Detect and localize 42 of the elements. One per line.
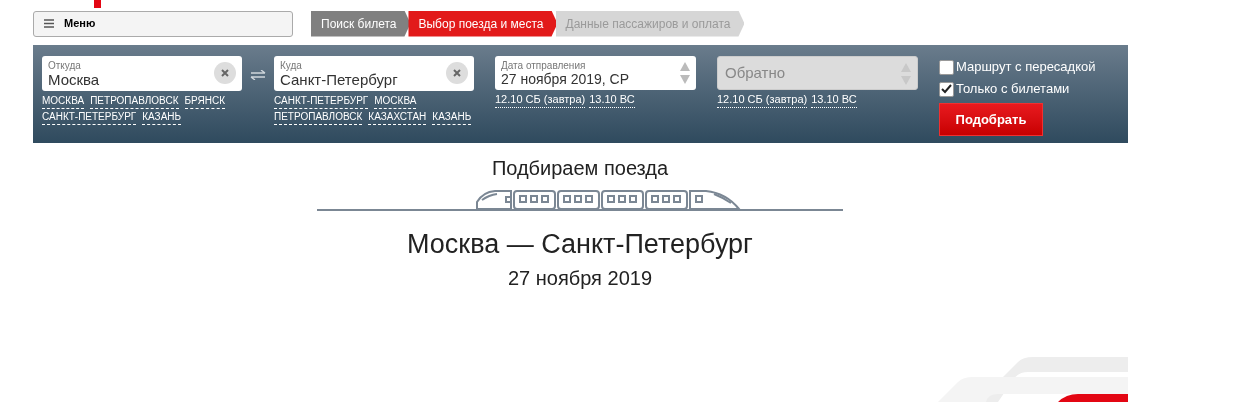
progress-step: Поиск билета: [311, 10, 411, 37]
city-field[interactable]: Откуда Москва: [42, 56, 242, 91]
field-placeholder: Обратно: [725, 62, 786, 83]
checkbox[interactable]: [939, 81, 954, 97]
city-link[interactable]: КАЗАНЬ: [432, 109, 472, 125]
date-field[interactable]: Дата отправления 27 ноября 2019, СР: [495, 56, 696, 90]
city-link[interactable]: МОСКВА: [42, 93, 85, 109]
menu-button[interactable]: Меню: [33, 10, 293, 37]
field-label: Куда: [280, 60, 302, 71]
city-link[interactable]: КАЗАНЬ: [142, 109, 182, 125]
menu-icon: [44, 19, 54, 28]
date-link[interactable]: 12.10 СБ (завтра): [495, 92, 586, 108]
city-link[interactable]: БРЯНСК: [184, 93, 226, 109]
field-value: 27 ноября 2019, СР: [501, 71, 630, 88]
city-link[interactable]: ПЕТРОПАВЛОВСК: [274, 109, 363, 125]
route-title: Москва — Санкт-Петербург: [407, 228, 753, 260]
logo-mark: [94, 0, 101, 8]
clear-button[interactable]: [446, 62, 468, 84]
close-icon: [453, 69, 461, 77]
field-label: Откуда: [48, 60, 81, 71]
city-link[interactable]: САНКТ-ПЕТЕРБУРГ: [42, 109, 137, 125]
progress-step: Выбор поезда и места: [408, 10, 558, 37]
checkmark-icon: [941, 84, 952, 94]
checkbox-label: Только с билетами: [956, 80, 1070, 99]
city-link[interactable]: КАЗАХСТАН: [368, 109, 427, 125]
city-link[interactable]: МОСКВА: [374, 93, 417, 109]
close-icon: [221, 69, 229, 77]
checkbox[interactable]: [939, 59, 954, 75]
swap-icon[interactable]: [250, 70, 266, 80]
city-link[interactable]: ПЕТРОПАВЛОВСК: [90, 93, 179, 109]
field-label: Дата отправления: [501, 60, 586, 71]
field-value: Санкт-Петербург: [280, 71, 398, 89]
submit-button[interactable]: Подобрать: [939, 103, 1043, 136]
progress-step: Данные пассажиров и оплата: [555, 10, 745, 37]
checkbox-label: Маршрут с пересадкой: [956, 58, 1096, 77]
field-value: Москва: [48, 71, 100, 89]
city-field[interactable]: Куда Санкт-Петербург: [274, 56, 474, 91]
loading-title: Подбираем поезда: [491, 156, 669, 180]
clear-button[interactable]: [214, 62, 236, 84]
city-link[interactable]: САНКТ-ПЕТЕРБУРГ: [274, 93, 369, 109]
date-link[interactable]: 13.10 ВС: [589, 92, 635, 108]
route-date: 27 ноября 2019: [507, 266, 652, 290]
